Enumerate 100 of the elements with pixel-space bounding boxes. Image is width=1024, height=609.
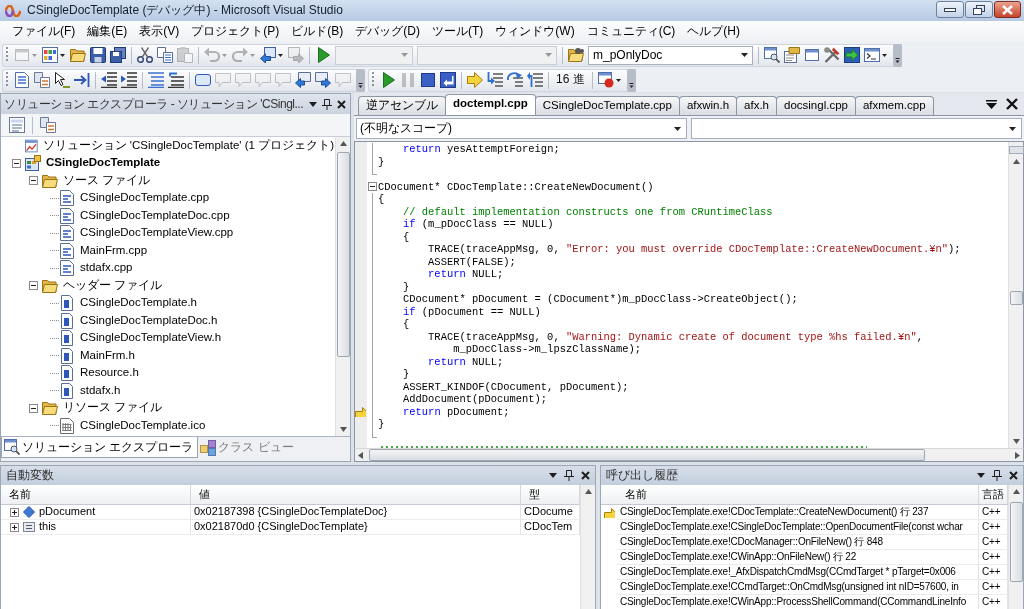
file-tab[interactable]: doctempl.cpp [445, 94, 536, 115]
tree-item[interactable]: CSingleDocTemplate [45, 156, 162, 171]
menu-item[interactable]: ビルド(B) [285, 22, 350, 41]
scrollbar-thumb[interactable] [1009, 502, 1023, 582]
console-icon[interactable] [864, 47, 880, 63]
lines-icon[interactable] [168, 72, 184, 88]
grid-window-icon[interactable] [42, 47, 58, 63]
step-icon[interactable] [527, 72, 543, 88]
tree-item[interactable]: CSingleDocTemplate.ico [79, 418, 207, 433]
panel-tab[interactable]: ソリューション エクスプローラ [1, 437, 199, 458]
hex-button[interactable]: 16 進 [552, 72, 589, 88]
window-search-icon[interactable] [764, 47, 780, 63]
menu-item[interactable]: ヘルプ(H) [681, 22, 746, 41]
close-window-button[interactable] [994, 1, 1021, 18]
save-all-icon[interactable] [110, 47, 126, 63]
stop-icon[interactable] [420, 72, 436, 88]
dropdown-field[interactable]: m_pOnlyDoc [588, 45, 753, 65]
toolbar-grip[interactable] [371, 71, 375, 89]
column-header[interactable]: 値 [191, 485, 521, 505]
tree-item[interactable]: ヘッダー ファイル [62, 278, 164, 293]
close-icon[interactable] [1006, 98, 1018, 110]
bubble-arrow-icon[interactable] [315, 72, 331, 88]
vertical-scrollbar[interactable] [580, 485, 595, 609]
arrow-icon[interactable] [467, 72, 483, 88]
tree-item[interactable]: CSingleDocTemplate.h [79, 296, 198, 311]
tree-item[interactable]: CSingleDocTemplate.cpp [79, 191, 211, 206]
menu-item[interactable]: コミュニティ(C) [580, 22, 682, 41]
caret-icon[interactable] [674, 126, 681, 131]
bubble-arrow-icon[interactable] [295, 72, 311, 88]
panel-tab[interactable]: クラス ビュー [198, 437, 298, 458]
restart-icon[interactable] [440, 72, 456, 88]
menu-item[interactable]: ウィンドウ(W) [489, 22, 581, 41]
caret-icon[interactable] [882, 53, 887, 57]
right-arrow-icon[interactable] [1015, 451, 1020, 459]
close-icon[interactable] [581, 471, 590, 480]
expand-icon[interactable] [10, 522, 19, 532]
tools-icon[interactable] [824, 47, 840, 63]
toolbar-options-icon[interactable] [356, 68, 365, 92]
left-arrow-icon[interactable] [358, 451, 363, 459]
tree-item[interactable]: CSingleDocTemplateDoc.h [79, 313, 219, 328]
pin-icon[interactable] [322, 98, 332, 110]
caret-icon[interactable] [741, 53, 748, 57]
caret-icon[interactable] [615, 78, 621, 82]
file-tab[interactable]: docsingl.cpp [776, 96, 856, 115]
menu-item[interactable]: デバッグ(D) [349, 22, 426, 41]
toolbar-grip[interactable] [5, 71, 9, 89]
indent-icon[interactable] [121, 72, 137, 88]
horizontal-scrollbar[interactable] [354, 448, 1024, 462]
dropdown-icon[interactable] [549, 473, 557, 478]
folder-icon[interactable] [568, 47, 584, 63]
up-arrow-icon[interactable] [339, 141, 347, 146]
column-header[interactable]: 言語 [979, 485, 1008, 505]
menu-item[interactable]: ツール(T) [426, 22, 490, 41]
outdent-icon[interactable] [101, 72, 117, 88]
tree-item[interactable]: リソース ファイル [62, 401, 164, 416]
close-icon[interactable] [337, 99, 346, 109]
caret-icon[interactable] [1009, 126, 1016, 131]
file-tab[interactable]: 逆アセンブル [358, 96, 446, 115]
tree-item[interactable]: stdafx.h [79, 383, 122, 398]
vertical-scrollbar[interactable] [1008, 485, 1023, 609]
toolbar-options-icon[interactable] [893, 43, 902, 67]
up-arrow-icon[interactable] [584, 489, 592, 494]
list-window-icon[interactable] [9, 117, 25, 133]
caret-icon[interactable] [60, 53, 65, 57]
vertical-scrollbar[interactable] [1008, 142, 1023, 448]
tree-item[interactable]: stdafx.cpp [79, 261, 134, 276]
splitter-handle[interactable] [1008, 146, 1024, 154]
restore-button[interactable] [965, 1, 993, 18]
column-header[interactable]: 名前 [1, 485, 191, 505]
menu-item[interactable]: ファイル(F) [6, 22, 82, 41]
collapse-icon[interactable] [367, 182, 377, 192]
step-icon[interactable] [507, 72, 523, 88]
file-tab[interactable]: CSingleDocTemplate.cpp [534, 96, 680, 115]
collapse-icon[interactable] [28, 281, 38, 291]
column-header[interactable]: 型 [521, 485, 580, 505]
caret-icon[interactable] [278, 53, 283, 57]
tree-item[interactable]: Resource.h [79, 366, 140, 381]
up-arrow-icon[interactable] [1012, 489, 1020, 494]
collapse-icon[interactable] [28, 176, 38, 186]
window-dot-icon[interactable] [597, 72, 614, 88]
menu-item[interactable]: 編集(E) [81, 22, 134, 41]
arrow-box-icon[interactable] [844, 47, 860, 63]
pin-icon[interactable] [992, 470, 1002, 481]
down-arrow-icon[interactable] [339, 427, 347, 432]
file-tab[interactable]: afxwin.h [678, 96, 738, 115]
tree-item[interactable]: MainFrm.h [79, 348, 136, 363]
dropdown-icon[interactable] [309, 101, 317, 107]
down-arrow-icon[interactable] [1012, 439, 1020, 444]
tree-item[interactable]: CSingleDocTemplateDoc.cpp [79, 208, 231, 223]
collapse-icon[interactable] [11, 158, 21, 168]
step-icon[interactable] [487, 72, 503, 88]
window-arrow-icon[interactable] [260, 47, 276, 63]
scrollbar-thumb[interactable] [369, 449, 925, 461]
folder-icon[interactable] [70, 47, 86, 63]
collapse-icon[interactable] [28, 403, 38, 413]
play-icon[interactable] [380, 72, 396, 88]
minimize-button[interactable] [936, 1, 964, 18]
tab-list-icon[interactable] [986, 99, 997, 109]
scope-dropdown[interactable]: (不明なスコープ) [356, 118, 687, 139]
save-icon[interactable] [90, 47, 106, 63]
